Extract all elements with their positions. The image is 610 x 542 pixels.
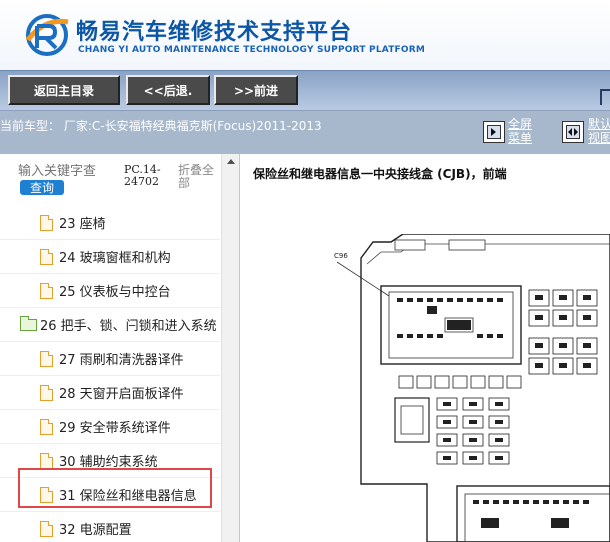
tree-item-25[interactable]: 25 仪表板与中控台 [0,274,220,308]
nav-edge-icon [600,89,610,105]
folder-icon [20,315,37,331]
file-icon [40,452,53,469]
tree-item-24[interactable]: 24 玻璃窗框和机构 [0,240,220,274]
tree-item-23[interactable]: 23 座椅 [0,206,220,240]
scroll-up-arrow-icon[interactable] [227,159,235,164]
file-icon [40,384,53,401]
brand-logo-icon [25,14,69,56]
info-bar: 当前车型： 厂家:C-长安福特经典福克斯(Focus)2011-2013 全屏 … [0,110,610,154]
search-input[interactable] [18,164,114,179]
app-window: 畅易汽车维修技术支持平台 CHANG YI AUTO MAINTENANCE T… [0,0,610,542]
file-icon [40,520,53,537]
fullscreen-menu-link[interactable]: 全屏 菜单 [508,117,532,145]
back-button[interactable]: <<后退. [126,75,210,105]
header: 畅易汽车维修技术支持平台 CHANG YI AUTO MAINTENANCE T… [0,0,610,70]
file-icon [40,214,53,231]
search-button[interactable]: 查询 [20,180,64,195]
brand-title: 畅易汽车维修技术支持平台 [76,20,353,45]
tree-item-29[interactable]: 29 安全带系统译件 [0,410,220,444]
connector-label: C96 [334,252,348,260]
nav-bar: 返回主目录 <<后退. >>前进 [0,70,610,110]
file-icon [40,350,53,367]
tree-item-28[interactable]: 28 天窗开启面板译件 [0,376,220,410]
file-icon [40,282,53,299]
sidebar-scrollbar[interactable] [221,154,239,542]
tree-item-26[interactable]: 26 把手、锁、闩锁和进入系统 [0,308,220,342]
home-button[interactable]: 返回主目录 [8,75,120,105]
file-icon [40,418,53,435]
fullscreen-icon[interactable] [483,121,505,143]
tree-item-27[interactable]: 27 雨刷和清洗器译件 [0,342,220,376]
fuse-box-diagram: C96 [334,234,610,542]
default-view-link[interactable]: 默认 视图 [588,117,610,145]
document-title: 保险丝和继电器信息一中央接线盒 (CJB)，前端 [253,167,507,181]
default-view-icon[interactable] [562,121,584,143]
collapse-all-link[interactable]: 折叠全部 [178,164,218,190]
brand-subtitle: CHANG YI AUTO MAINTENANCE TECHNOLOGY SUP… [78,45,426,55]
file-icon [40,248,53,265]
search-box [18,164,118,179]
tree-item-32[interactable]: 32 电源配置 [0,512,220,542]
sidebar: 查询 PC.14-24702 折叠全部 23 座椅 24 玻璃窗框和机构 25 … [0,154,240,542]
document-code: PC.14-24702 [124,163,161,188]
main-content: 保险丝和继电器信息一中央接线盒 (CJB)，前端 C96 [241,154,610,542]
current-car-model: 当前车型： 厂家:C-长安福特经典福克斯(Focus)2011-2013 [0,119,322,133]
selection-highlight [18,468,212,508]
forward-button[interactable]: >>前进 [214,75,298,105]
